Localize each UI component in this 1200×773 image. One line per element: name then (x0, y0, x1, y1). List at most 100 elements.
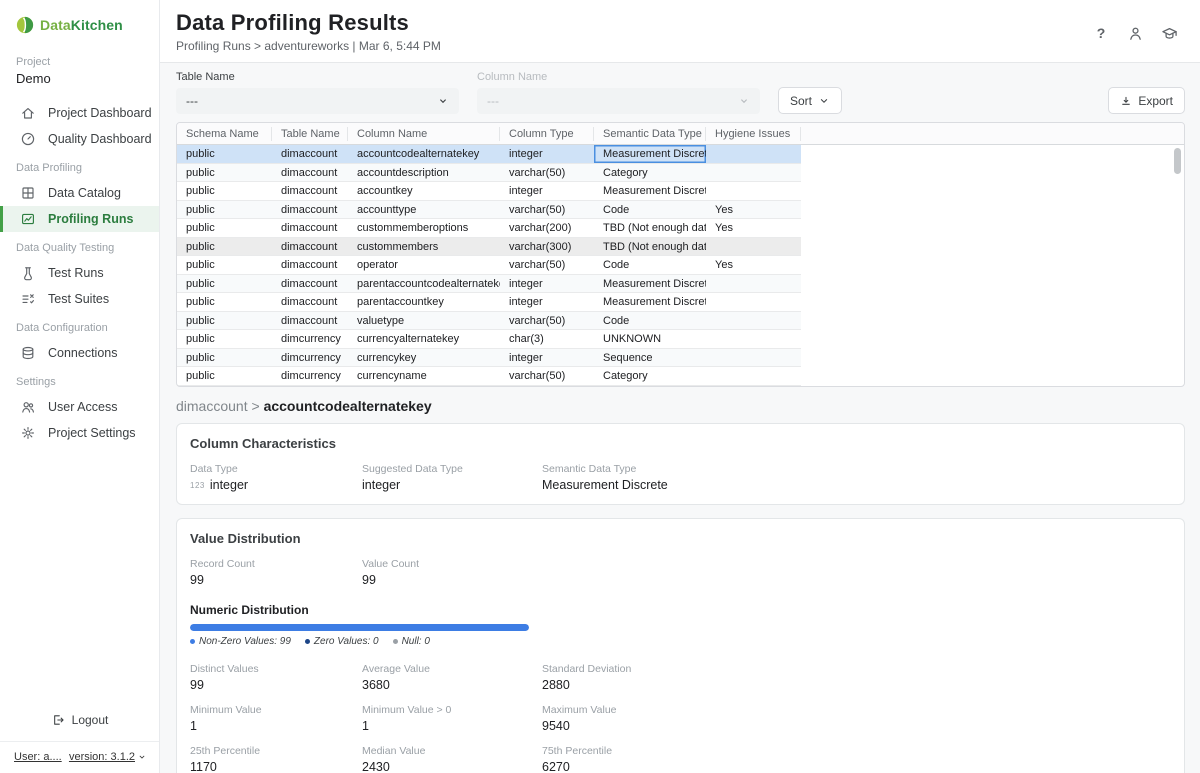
chevron-down-icon (137, 752, 147, 762)
numeric-distribution-bar (190, 624, 529, 631)
profiling-runs-icon (20, 211, 36, 227)
table-row[interactable]: publicdimcurrencycurrencyalternatekeycha… (177, 330, 801, 349)
table-row[interactable]: publicdimaccountoperatorvarchar(50)CodeY… (177, 256, 801, 275)
sidebar-item-label: User Access (48, 400, 117, 414)
sidebar-item-quality-dashboard[interactable]: Quality Dashboard (0, 126, 159, 152)
stat-maximum-value: Maximum Value9540 (542, 704, 810, 733)
selected-table-name: dimaccount (176, 398, 248, 414)
table-cell: integer (500, 349, 594, 367)
download-icon (1120, 95, 1132, 107)
table-cell: accountkey (348, 182, 500, 200)
sidebar-item-project-settings[interactable]: Project Settings (0, 420, 159, 446)
gear-icon (20, 425, 36, 441)
table-cell: custommemberoptions (348, 219, 500, 237)
table-cell: Yes (706, 256, 801, 274)
field-semantic-data-type: Semantic Data Type Measurement Discrete (542, 463, 810, 492)
table-row[interactable]: publicdimaccountvaluetypevarchar(50)Code (177, 312, 801, 331)
table-cell: Code (594, 312, 706, 330)
breadcrumb-separator: > (251, 398, 259, 414)
user-icon[interactable] (1126, 24, 1144, 42)
gauge-icon (20, 131, 36, 147)
brand-logo-icon (16, 16, 34, 34)
column-header[interactable]: Semantic Data Type (594, 127, 706, 141)
export-button[interactable]: Export (1108, 87, 1185, 114)
table-cell: public (177, 349, 272, 367)
stats-grid: Distinct Values99Average Value3680Standa… (190, 663, 810, 773)
test-suites-icon (20, 291, 36, 307)
table-cell: dimaccount (272, 293, 348, 311)
table-name-select[interactable]: --- (176, 88, 459, 114)
sidebar-item-test-suites[interactable]: Test Suites (0, 286, 159, 312)
table-cell: Category (594, 164, 706, 182)
user-menu[interactable]: User: a.... (14, 751, 62, 763)
brand-logo[interactable]: DataKitchen (0, 0, 159, 34)
sidebar-item-user-access[interactable]: User Access (0, 394, 159, 420)
field-value-count: Value Count 99 (362, 558, 542, 587)
column-header[interactable]: Hygiene Issues (706, 127, 801, 141)
table-row[interactable]: publicdimaccountcustommemberoptionsvarch… (177, 219, 801, 238)
table-row[interactable]: publicdimcurrencycurrencykeyintegerSeque… (177, 349, 801, 368)
version-selector[interactable]: version: 3.1.2 (69, 751, 147, 763)
column-name-select[interactable]: --- (477, 88, 760, 114)
distribution-legend-item: Null: 0 (393, 636, 430, 647)
table-cell: public (177, 164, 272, 182)
column-header[interactable]: Schema Name (177, 127, 272, 141)
sort-button[interactable]: Sort (778, 87, 842, 114)
table-cell: dimaccount (272, 256, 348, 274)
column-name-label: Column Name (477, 71, 760, 83)
sidebar-item-test-runs[interactable]: Test Runs (0, 260, 159, 286)
table-cell: accountcodealternatekey (348, 145, 500, 163)
table-cell: Measurement Discrete (594, 275, 706, 293)
table-cell: valuetype (348, 312, 500, 330)
table-row[interactable]: publicdimaccountparentaccountkeyintegerM… (177, 293, 801, 312)
table-row[interactable]: publicdimaccountaccounttypevarchar(50)Co… (177, 201, 801, 220)
table-cell: accountdescription (348, 164, 500, 182)
sidebar: DataKitchen Project Demo Project Dashboa… (0, 0, 160, 773)
column-header[interactable]: Column Type (500, 127, 594, 141)
export-label: Export (1138, 94, 1173, 108)
table-row[interactable]: publicdimaccountparentaccountcodealterna… (177, 275, 801, 294)
table-name-value: --- (186, 94, 198, 108)
table-cell: dimaccount (272, 238, 348, 256)
learn-icon[interactable] (1160, 24, 1178, 42)
table-cell: dimcurrency (272, 330, 348, 348)
column-header[interactable]: Table Name (272, 127, 348, 141)
stat-average-value: Average Value3680 (362, 663, 542, 692)
help-icon[interactable]: ? (1092, 24, 1110, 42)
field-suggested-data-type: Suggested Data Type integer (362, 463, 542, 492)
table-cell: integer (500, 145, 594, 163)
logout-button[interactable]: Logout (51, 713, 109, 727)
scrollbar-thumb[interactable] (1174, 148, 1181, 174)
table-cell: currencykey (348, 349, 500, 367)
nav-section-title: Data Profiling (0, 152, 159, 180)
stat-25th-percentile: 25th Percentile1170 (190, 745, 362, 773)
table-scrollbar[interactable] (1174, 147, 1182, 384)
table-cell (706, 275, 801, 293)
table-row[interactable]: publicdimaccountcustommembersvarchar(300… (177, 238, 801, 257)
table-cell: dimaccount (272, 312, 348, 330)
table-cell: varchar(200) (500, 219, 594, 237)
table-cell: custommembers (348, 238, 500, 256)
sidebar-item-label: Profiling Runs (48, 212, 133, 226)
table-row[interactable]: publicdimcurrencycurrencynamevarchar(50)… (177, 367, 801, 386)
breadcrumb: Profiling Runs > adventureworks | Mar 6,… (176, 39, 441, 53)
table-cell: varchar(300) (500, 238, 594, 256)
table-row[interactable]: publicdimaccountaccountkeyintegerMeasure… (177, 182, 801, 201)
database-icon (20, 345, 36, 361)
stat-minimum-value: Minimum Value1 (190, 704, 362, 733)
table-row[interactable]: publicdimaccountaccountcodealternatekeyi… (177, 145, 801, 164)
sidebar-item-profiling-runs[interactable]: Profiling Runs (0, 206, 159, 232)
table-cell (706, 164, 801, 182)
page-title: Data Profiling Results (176, 10, 441, 36)
table-cell: Sequence (594, 349, 706, 367)
sidebar-item-data-catalog[interactable]: Data Catalog (0, 180, 159, 206)
numeric-type-icon: 123 (190, 481, 205, 490)
stat-minimum-value-0: Minimum Value > 01 (362, 704, 542, 733)
table-row[interactable]: publicdimaccountaccountdescriptionvarcha… (177, 164, 801, 183)
sidebar-item-connections[interactable]: Connections (0, 340, 159, 366)
sidebar-item-project-dashboard[interactable]: Project Dashboard (0, 100, 159, 126)
sidebar-nav: Project DashboardQuality DashboardData P… (0, 100, 159, 713)
table-cell: Code (594, 256, 706, 274)
distribution-legend-item: Non-Zero Values: 99 (190, 636, 291, 647)
column-header[interactable]: Column Name (348, 127, 500, 141)
